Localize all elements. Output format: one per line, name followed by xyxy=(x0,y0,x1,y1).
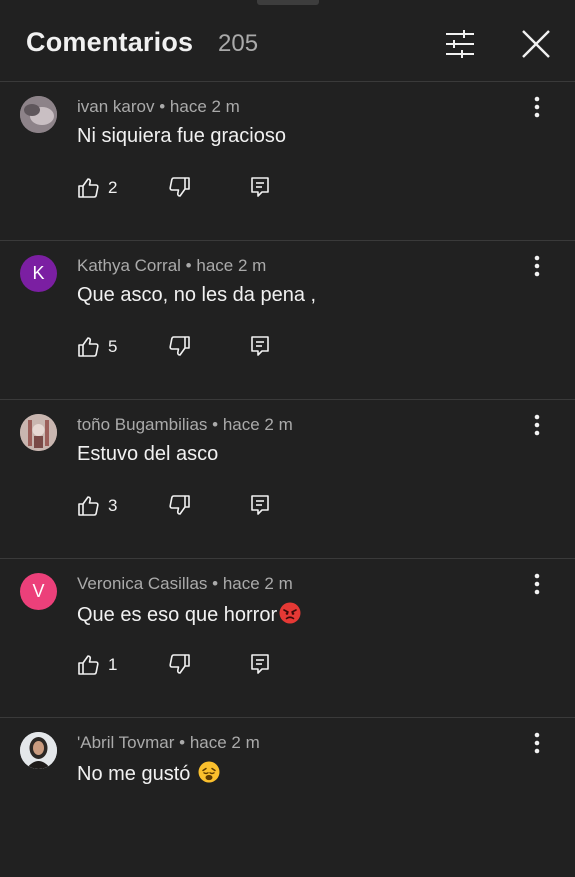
meta-separator: • xyxy=(212,415,223,434)
thumb-down-icon xyxy=(169,654,190,674)
more-options-button[interactable] xyxy=(524,252,550,280)
reply-icon xyxy=(251,177,269,197)
comment-item: ivan karov • hace 2 m Ni siquiera fue gr… xyxy=(0,83,575,241)
comment-text-body: Que es eso que horror xyxy=(77,604,278,626)
avatar-initial: V xyxy=(32,581,45,601)
more-vert-icon xyxy=(534,573,540,595)
comment-actions: 1 xyxy=(76,652,376,678)
avatar[interactable]: K xyxy=(20,255,57,292)
comment-time: hace 2 m xyxy=(189,733,260,752)
meta-separator: • xyxy=(179,733,190,752)
angry-face-emoji xyxy=(279,602,301,624)
like-button[interactable]: 1 xyxy=(76,652,117,678)
reply-icon xyxy=(251,495,269,515)
comment-meta: Kathya Corral • hace 2 m xyxy=(77,256,266,276)
avatar-photo xyxy=(20,732,57,769)
dislike-button[interactable] xyxy=(168,493,192,522)
author-name[interactable]: ivan karov xyxy=(77,97,154,116)
comment-text: Que asco, no les da pena , xyxy=(77,284,317,306)
comment-time: hace 2 m xyxy=(169,97,240,116)
avatar[interactable] xyxy=(20,96,57,133)
dislike-button[interactable] xyxy=(168,334,192,363)
reply-button[interactable] xyxy=(248,175,272,204)
dislike-button[interactable] xyxy=(168,175,192,204)
thumb-up-icon xyxy=(78,337,99,357)
comments-header: Comentarios 205 xyxy=(0,0,575,82)
filter-icon xyxy=(446,30,474,58)
meta-separator: • xyxy=(212,574,223,593)
comment-actions: 5 xyxy=(76,334,376,360)
comment-item: toño Bugambilias • hace 2 m Estuvo del a… xyxy=(0,401,575,559)
author-name[interactable]: Kathya Corral xyxy=(77,256,181,275)
reply-icon xyxy=(251,336,269,356)
more-vert-icon xyxy=(534,414,540,436)
thumb-up-icon xyxy=(78,496,99,516)
like-button[interactable]: 2 xyxy=(76,175,117,201)
dislike-button[interactable] xyxy=(168,652,192,681)
author-name[interactable]: Veronica Casillas xyxy=(77,574,207,593)
reply-icon xyxy=(251,654,269,674)
comment-actions: 3 xyxy=(76,493,376,519)
meta-separator: • xyxy=(159,97,170,116)
like-count: 1 xyxy=(108,655,118,674)
more-vert-icon xyxy=(534,732,540,754)
comment-item: K Kathya Corral • hace 2 m Que asco, no … xyxy=(0,242,575,400)
author-name[interactable]: 'Abril Tovmar xyxy=(77,733,174,752)
like-button[interactable]: 5 xyxy=(76,334,117,360)
comment-item: V Veronica Casillas • hace 2 m Que es es… xyxy=(0,560,575,718)
comment-item: 'Abril Tovmar • hace 2 m No me gustó xyxy=(0,719,575,877)
comment-time: hace 2 m xyxy=(222,574,293,593)
comment-text: No me gustó xyxy=(77,761,220,786)
comment-text: Que es eso que horror xyxy=(77,602,301,627)
comment-meta: toño Bugambilias • hace 2 m xyxy=(77,415,293,435)
more-vert-icon xyxy=(534,96,540,118)
thumb-up-icon xyxy=(78,655,99,675)
avatar[interactable] xyxy=(20,414,57,451)
avatar-photo xyxy=(20,414,57,451)
reply-button[interactable] xyxy=(248,652,272,681)
more-options-button[interactable] xyxy=(524,570,550,598)
comment-meta: Veronica Casillas • hace 2 m xyxy=(77,574,293,594)
like-button[interactable]: 3 xyxy=(76,493,117,519)
reply-button[interactable] xyxy=(248,493,272,522)
like-count: 2 xyxy=(108,178,118,197)
avatar-photo xyxy=(20,96,57,133)
avatar[interactable]: V xyxy=(20,573,57,610)
more-options-button[interactable] xyxy=(524,411,550,439)
comment-time: hace 2 m xyxy=(196,256,267,275)
more-options-button[interactable] xyxy=(524,729,550,757)
comment-time: hace 2 m xyxy=(222,415,293,434)
weary-face-emoji xyxy=(198,761,220,783)
comment-actions: 2 xyxy=(76,175,376,201)
close-icon xyxy=(522,30,550,58)
panel-title: Comentarios xyxy=(26,27,194,57)
filter-button[interactable] xyxy=(440,26,480,62)
more-options-button[interactable] xyxy=(524,93,550,121)
thumb-down-icon xyxy=(169,177,190,197)
comment-text: Estuvo del asco xyxy=(77,443,219,465)
thumb-down-icon xyxy=(169,495,190,515)
more-vert-icon xyxy=(534,255,540,277)
avatar[interactable] xyxy=(20,732,57,769)
like-count: 3 xyxy=(108,496,118,515)
comment-count: 205 xyxy=(218,30,259,57)
reply-button[interactable] xyxy=(248,334,272,363)
avatar-initial: K xyxy=(32,263,45,283)
like-count: 5 xyxy=(108,337,118,356)
comment-meta: ivan karov • hace 2 m xyxy=(77,97,240,117)
comment-text: Ni siquiera fue gracioso xyxy=(77,125,286,147)
comment-meta: 'Abril Tovmar • hace 2 m xyxy=(77,733,260,753)
author-name[interactable]: toño Bugambilias xyxy=(77,415,207,434)
comment-text-body: No me gustó xyxy=(77,763,191,785)
close-button[interactable] xyxy=(516,24,556,64)
meta-separator: • xyxy=(185,256,197,275)
thumb-down-icon xyxy=(169,336,190,356)
thumb-up-icon xyxy=(78,178,99,198)
